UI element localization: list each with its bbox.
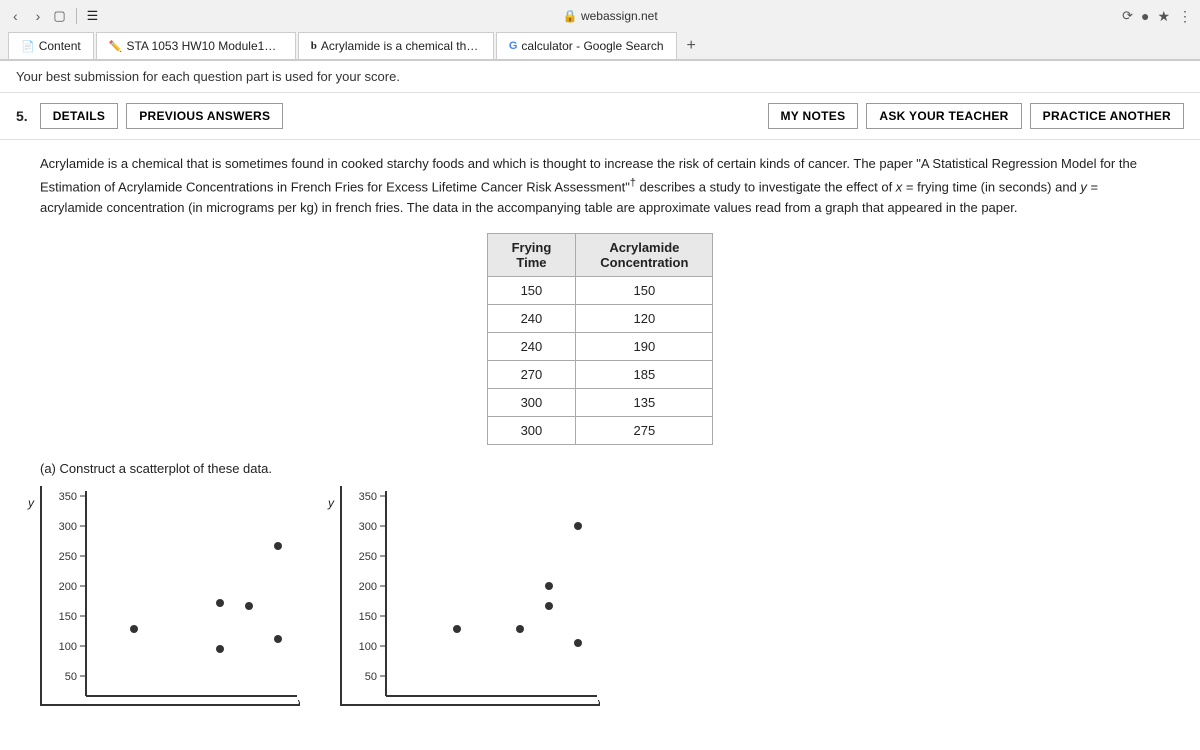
scatterplot-1: y 350 300 250 200 150 100 50	[40, 486, 300, 709]
forward-button[interactable]: ›	[31, 6, 46, 26]
table-cell: 300	[487, 388, 576, 416]
plots-container: y 350 300 250 200 150 100 50	[40, 486, 1160, 709]
scatter-svg-2: 350 300 250 200 150 100 50	[340, 486, 600, 706]
table-cell: 185	[576, 360, 713, 388]
svg-text:50: 50	[365, 671, 377, 683]
sub-question-a: (a) Construct a scatterplot of these dat…	[40, 461, 1160, 476]
plot1-point-4	[245, 602, 253, 610]
svg-text:50: 50	[65, 671, 77, 683]
question-number: 5.	[16, 108, 28, 124]
bookmark-icon[interactable]: ★	[1157, 8, 1170, 25]
details-button[interactable]: DETAILS	[40, 103, 119, 129]
table-cell: 120	[576, 304, 713, 332]
svg-text:100: 100	[359, 641, 377, 653]
svg-text:200: 200	[359, 581, 377, 593]
refresh-icon[interactable]: ⟳	[1122, 8, 1133, 24]
scatter-svg-1: 350 300 250 200 150 100 50	[40, 486, 300, 706]
plot1-point-1	[130, 625, 138, 633]
table-row: 300275	[487, 416, 713, 444]
browser-chrome: ‹ › ▢ ☰ 🔒 webassign.net ⟳ ● ★ ⋮ 📄 Conten…	[0, 0, 1200, 61]
practice-another-button[interactable]: PRACTICE ANOTHER	[1030, 103, 1184, 129]
new-tab-button[interactable]: +	[679, 33, 704, 59]
tab-calculator[interactable]: G calculator - Google Search	[496, 32, 677, 59]
svg-text:350: 350	[59, 491, 77, 503]
svg-text:x: x	[596, 697, 600, 706]
plot2-point-5	[574, 639, 582, 647]
table-row: 270185	[487, 360, 713, 388]
svg-text:200: 200	[59, 581, 77, 593]
browser-tabs: 📄 Content ✏️ STA 1053 HW10 Module10 - ST…	[0, 32, 1200, 60]
plot2-point-6	[574, 522, 582, 530]
col-header-concentration: AcrylamideConcentration	[576, 233, 713, 276]
table-cell: 275	[576, 416, 713, 444]
question-text: Acrylamide is a chemical that is sometim…	[40, 154, 1160, 219]
plot2-y-label: y	[328, 496, 334, 510]
address-bar[interactable]: 🔒 webassign.net	[106, 9, 1114, 23]
tab-content[interactable]: 📄 Content	[8, 32, 94, 59]
extensions-icon: ☰	[87, 8, 99, 24]
ask-teacher-button[interactable]: ASK YOUR TEACHER	[866, 103, 1021, 129]
plot1-point-5	[274, 635, 282, 643]
table-row: 300135	[487, 388, 713, 416]
browser-toolbar: ‹ › ▢ ☰ 🔒 webassign.net ⟳ ● ★ ⋮	[0, 0, 1200, 32]
svg-text:300: 300	[359, 521, 377, 533]
tab-acrylamide-icon: b	[311, 40, 317, 52]
page-notice: Your best submission for each question p…	[0, 61, 1200, 93]
plot1-y-label: y	[28, 496, 34, 510]
svg-text:150: 150	[359, 611, 377, 623]
tab-sta1053[interactable]: ✏️ STA 1053 HW10 Module10 - STA 1053.003…	[96, 32, 296, 59]
extension-icon-1[interactable]: ●	[1141, 8, 1149, 24]
plot1-point-3	[216, 599, 224, 607]
previous-answers-button[interactable]: PREVIOUS ANSWERS	[126, 103, 283, 129]
divider	[76, 8, 77, 24]
plot2-point-2	[516, 625, 524, 633]
question-header: 5. DETAILS PREVIOUS ANSWERS MY NOTES ASK…	[0, 93, 1200, 140]
table-cell: 135	[576, 388, 713, 416]
plot2-point-4	[545, 582, 553, 590]
plot1-point-2	[216, 645, 224, 653]
svg-text:350: 350	[359, 491, 377, 503]
table-row: 240120	[487, 304, 713, 332]
table-row: 240190	[487, 332, 713, 360]
tab-acrylamide-label: Acrylamide is a chemical that is sometim…	[321, 39, 481, 53]
col-header-frying-time: FryingTime	[487, 233, 576, 276]
back-button[interactable]: ‹	[8, 6, 23, 26]
tab-icon: ▢	[53, 8, 65, 24]
svg-text:250: 250	[59, 551, 77, 563]
notice-text: Your best submission for each question p…	[16, 69, 400, 84]
table-cell: 150	[487, 276, 576, 304]
tab-content-label: Content	[39, 39, 81, 53]
tab-acrylamide[interactable]: b Acrylamide is a chemical that is somet…	[298, 32, 494, 59]
svg-text:300: 300	[59, 521, 77, 533]
table-cell: 190	[576, 332, 713, 360]
svg-text:150: 150	[59, 611, 77, 623]
svg-text:250: 250	[359, 551, 377, 563]
svg-text:100: 100	[59, 641, 77, 653]
url-text: webassign.net	[581, 9, 658, 23]
plot1-point-6	[274, 542, 282, 550]
table-cell: 240	[487, 304, 576, 332]
my-notes-button[interactable]: MY NOTES	[768, 103, 859, 129]
scatterplot-2: y 350 300 250 200 150 100 50	[340, 486, 600, 709]
tab-sta1053-label: STA 1053 HW10 Module10 - STA 1053.003 Sp…	[126, 39, 282, 53]
tab-content-icon: 📄	[21, 40, 35, 53]
svg-text:x: x	[296, 697, 300, 706]
plot2-point-1	[453, 625, 461, 633]
data-table: FryingTime AcrylamideConcentration 15015…	[487, 233, 714, 445]
table-cell: 240	[487, 332, 576, 360]
tab-sta1053-icon: ✏️	[109, 40, 123, 53]
plot2-point-3	[545, 602, 553, 610]
lock-icon: 🔒	[563, 9, 578, 23]
table-row: 150150	[487, 276, 713, 304]
question-body: Acrylamide is a chemical that is sometim…	[0, 140, 1200, 723]
tab-calculator-icon: G	[509, 40, 518, 52]
table-cell: 300	[487, 416, 576, 444]
table-cell: 150	[576, 276, 713, 304]
tab-calculator-label: calculator - Google Search	[521, 39, 663, 53]
browser-icons: ● ★ ⋮	[1141, 8, 1192, 25]
more-icon[interactable]: ⋮	[1178, 8, 1192, 25]
table-cell: 270	[487, 360, 576, 388]
